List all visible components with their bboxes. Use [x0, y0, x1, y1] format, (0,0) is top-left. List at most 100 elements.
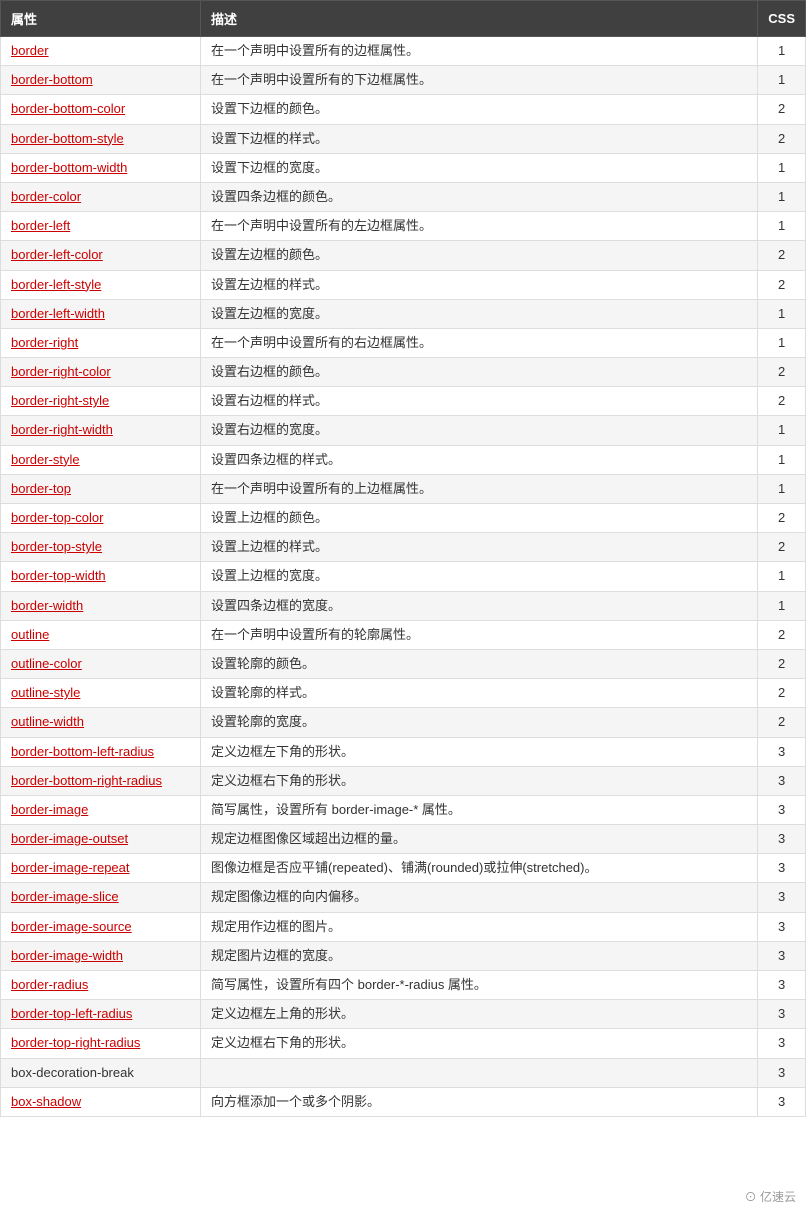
property-name[interactable]: border-width [1, 591, 201, 620]
property-description: 简写属性，设置所有四个 border-*-radius 属性。 [201, 971, 758, 1000]
table-row: border-bottom-width设置下边框的宽度。1 [1, 153, 806, 182]
table-row: border-bottom-color设置下边框的颜色。2 [1, 95, 806, 124]
header-description: 描述 [201, 1, 758, 37]
property-description: 设置左边框的颜色。 [201, 241, 758, 270]
property-description: 设置四条边框的颜色。 [201, 182, 758, 211]
table-row: border-image-width规定图片边框的宽度。3 [1, 941, 806, 970]
property-description: 规定用作边框的图片。 [201, 912, 758, 941]
property-name[interactable]: border-top-left-radius [1, 1000, 201, 1029]
css-version: 1 [758, 299, 806, 328]
property-description: 设置右边框的宽度。 [201, 416, 758, 445]
css-version: 3 [758, 766, 806, 795]
css-version: 3 [758, 854, 806, 883]
property-name[interactable]: border-right-style [1, 387, 201, 416]
css-version: 3 [758, 1058, 806, 1087]
property-name[interactable]: border-top [1, 474, 201, 503]
css-version: 2 [758, 649, 806, 678]
property-name[interactable]: border-top-color [1, 504, 201, 533]
property-description: 设置下边框的宽度。 [201, 153, 758, 182]
property-description: 定义边框右下角的形状。 [201, 766, 758, 795]
property-description: 设置轮廓的宽度。 [201, 708, 758, 737]
property-description: 设置轮廓的样式。 [201, 679, 758, 708]
table-container: 属性 描述 CSS border在一个声明中设置所有的边框属性。1border-… [0, 0, 806, 1117]
css-version: 3 [758, 971, 806, 1000]
property-description: 定义边框左下角的形状。 [201, 737, 758, 766]
property-name[interactable]: border-radius [1, 971, 201, 1000]
property-name[interactable]: outline-style [1, 679, 201, 708]
table-row: border-left-style设置左边框的样式。2 [1, 270, 806, 299]
property-name[interactable]: border-right-color [1, 358, 201, 387]
property-name[interactable]: border-right-width [1, 416, 201, 445]
css-version: 1 [758, 212, 806, 241]
table-row: border-top-right-radius定义边框右下角的形状。3 [1, 1029, 806, 1058]
property-name[interactable]: border-bottom-width [1, 153, 201, 182]
property-name[interactable]: border-bottom-style [1, 124, 201, 153]
property-name[interactable]: border-top-right-radius [1, 1029, 201, 1058]
table-row: border-left-color设置左边框的颜色。2 [1, 241, 806, 270]
property-name[interactable]: border-color [1, 182, 201, 211]
css-version: 2 [758, 504, 806, 533]
property-description: 定义边框右下角的形状。 [201, 1029, 758, 1058]
css-version: 2 [758, 533, 806, 562]
property-name[interactable]: border-bottom-right-radius [1, 766, 201, 795]
property-name[interactable]: outline-color [1, 649, 201, 678]
table-row: border-width设置四条边框的宽度。1 [1, 591, 806, 620]
property-name[interactable]: outline [1, 620, 201, 649]
property-name[interactable]: box-shadow [1, 1087, 201, 1116]
table-row: outline-color设置轮廓的颜色。2 [1, 649, 806, 678]
table-row: border-top在一个声明中设置所有的上边框属性。1 [1, 474, 806, 503]
css-version: 3 [758, 883, 806, 912]
table-row: border-top-color设置上边框的颜色。2 [1, 504, 806, 533]
property-name[interactable]: border-left [1, 212, 201, 241]
table-row: border-top-left-radius定义边框左上角的形状。3 [1, 1000, 806, 1029]
property-name[interactable]: border-style [1, 445, 201, 474]
property-description: 设置下边框的样式。 [201, 124, 758, 153]
property-name[interactable]: border-bottom [1, 66, 201, 95]
property-name[interactable]: border-image-source [1, 912, 201, 941]
css-version: 2 [758, 387, 806, 416]
table-row: border-image-outset规定边框图像区域超出边框的量。3 [1, 825, 806, 854]
property-description: 设置右边框的颜色。 [201, 358, 758, 387]
css-version: 2 [758, 241, 806, 270]
property-name[interactable]: border-bottom-left-radius [1, 737, 201, 766]
property-name[interactable]: border-left-style [1, 270, 201, 299]
css-version: 3 [758, 1087, 806, 1116]
table-row: border-right-color设置右边框的颜色。2 [1, 358, 806, 387]
property-name[interactable]: border-image-width [1, 941, 201, 970]
property-description: 设置左边框的样式。 [201, 270, 758, 299]
property-name[interactable]: border-image-outset [1, 825, 201, 854]
table-row: box-decoration-break3 [1, 1058, 806, 1087]
css-version: 1 [758, 416, 806, 445]
property-description: 设置上边框的样式。 [201, 533, 758, 562]
property-name[interactable]: border-image-slice [1, 883, 201, 912]
property-name[interactable]: border-image [1, 795, 201, 824]
css-version: 3 [758, 1000, 806, 1029]
table-row: border-image-source规定用作边框的图片。3 [1, 912, 806, 941]
property-description: 定义边框左上角的形状。 [201, 1000, 758, 1029]
table-row: border-top-style设置上边框的样式。2 [1, 533, 806, 562]
property-name[interactable]: border-image-repeat [1, 854, 201, 883]
table-row: border-image-repeat图像边框是否应平铺(repeated)、铺… [1, 854, 806, 883]
css-version: 2 [758, 620, 806, 649]
property-description: 设置轮廓的颜色。 [201, 649, 758, 678]
property-description: 设置四条边框的样式。 [201, 445, 758, 474]
property-name[interactable]: border-left-width [1, 299, 201, 328]
property-name[interactable]: outline-width [1, 708, 201, 737]
property-name[interactable]: border-top-width [1, 562, 201, 591]
table-row: border在一个声明中设置所有的边框属性。1 [1, 37, 806, 66]
property-description: 规定图片边框的宽度。 [201, 941, 758, 970]
property-name[interactable]: border-bottom-color [1, 95, 201, 124]
property-name[interactable]: border-right [1, 328, 201, 357]
property-name[interactable]: border [1, 37, 201, 66]
css-version: 3 [758, 737, 806, 766]
table-row: border-color设置四条边框的颜色。1 [1, 182, 806, 211]
css-version: 1 [758, 66, 806, 95]
property-description: 设置右边框的样式。 [201, 387, 758, 416]
css-version: 2 [758, 358, 806, 387]
watermark-label: ⊙ 亿速云 [745, 1188, 796, 1205]
property-name[interactable]: border-top-style [1, 533, 201, 562]
property-name[interactable]: border-left-color [1, 241, 201, 270]
property-description: 设置下边框的颜色。 [201, 95, 758, 124]
css-version: 2 [758, 95, 806, 124]
header-css: CSS [758, 1, 806, 37]
